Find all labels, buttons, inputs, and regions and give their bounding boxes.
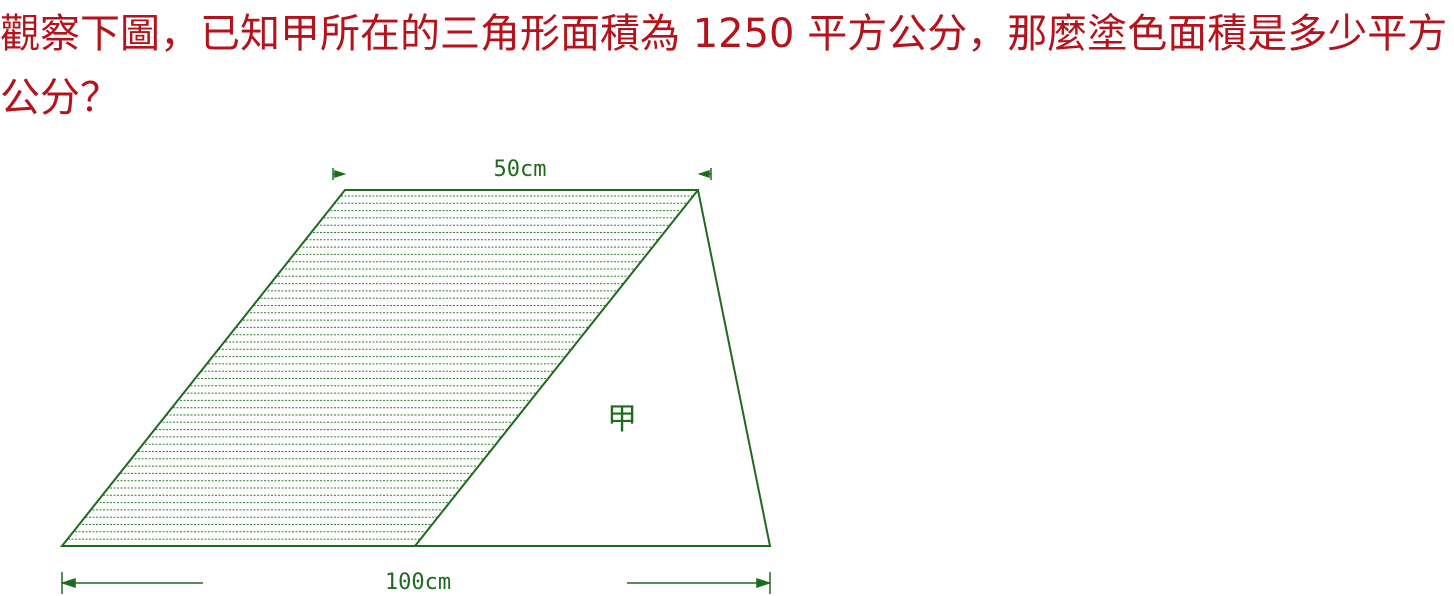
bottom-dimension-label: 100cm: [385, 570, 451, 595]
trapezoid-figure: 50cm 100cm 甲: [59, 157, 772, 595]
bottom-dimension-left-arrow: [60, 577, 76, 589]
triangle-label: 甲: [607, 402, 637, 437]
diagonal-divider: [414, 189, 699, 547]
trapezoid-outline: [59, 189, 772, 547]
shaded-parallelogram: [62, 195, 698, 540]
top-dimension-label: 50cm: [494, 157, 547, 182]
bottom-dimension-right-arrow: [756, 577, 772, 589]
